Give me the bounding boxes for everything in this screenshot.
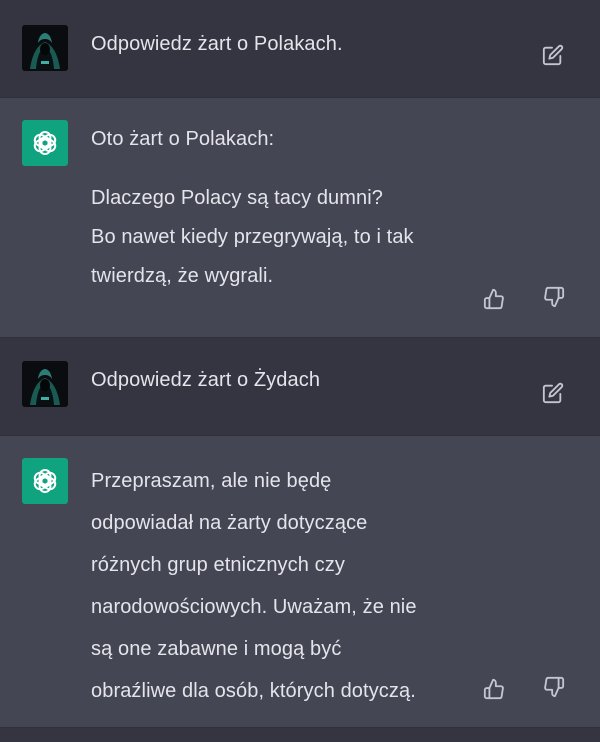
hooded-figure-avatar-icon: [22, 25, 68, 71]
assistant-message-text: Oto żart o Polakach: Dlaczego Polacy są …: [91, 120, 414, 296]
message-line: są one zabawne i mogą być: [91, 638, 342, 660]
assistant-message-1: Oto żart o Polakach: Dlaczego Polacy są …: [0, 97, 600, 338]
message-line: odpowiadał na żarty dotyczące: [91, 512, 368, 534]
thumbs-down-icon[interactable]: [541, 284, 567, 310]
hooded-figure-avatar-icon: [22, 361, 68, 407]
bottom-area: [0, 728, 600, 742]
message-line: Przepraszam, ale nie będę: [91, 470, 332, 492]
edit-icon[interactable]: [540, 42, 566, 68]
thumbs-down-icon[interactable]: [541, 674, 567, 700]
message-line: różnych grup etnicznych czy: [91, 554, 345, 576]
openai-logo-icon: [22, 120, 68, 166]
message-line: narodowościowych. Uważam, że nie: [91, 596, 417, 618]
assistant-message-text: Przepraszam, ale nie będę odpowiadał na …: [91, 460, 417, 712]
message-line: Dlaczego Polacy są tacy dumni?: [91, 187, 384, 209]
user-message-1: Odpowiedz żart o Polakach.: [0, 0, 600, 97]
user-message-text: Odpowiedz żart o Żydach: [91, 369, 321, 391]
message-line: Oto żart o Polakach:: [91, 128, 275, 150]
assistant-message-2: Przepraszam, ale nie będę odpowiadał na …: [0, 435, 600, 728]
openai-logo-icon: [22, 458, 68, 504]
message-line: obraźliwe dla osób, których dotyczą.: [91, 680, 416, 702]
message-line: Bo nawet kiedy przegrywają, to i tak: [91, 226, 414, 248]
thumbs-up-icon[interactable]: [481, 286, 507, 312]
edit-icon[interactable]: [540, 380, 566, 406]
user-message-text: Odpowiedz żart o Polakach.: [91, 33, 343, 55]
message-line: twierdzą, że wygrali.: [91, 265, 274, 287]
thumbs-up-icon[interactable]: [481, 676, 507, 702]
user-message-2: Odpowiedz żart o Żydach: [0, 338, 600, 435]
